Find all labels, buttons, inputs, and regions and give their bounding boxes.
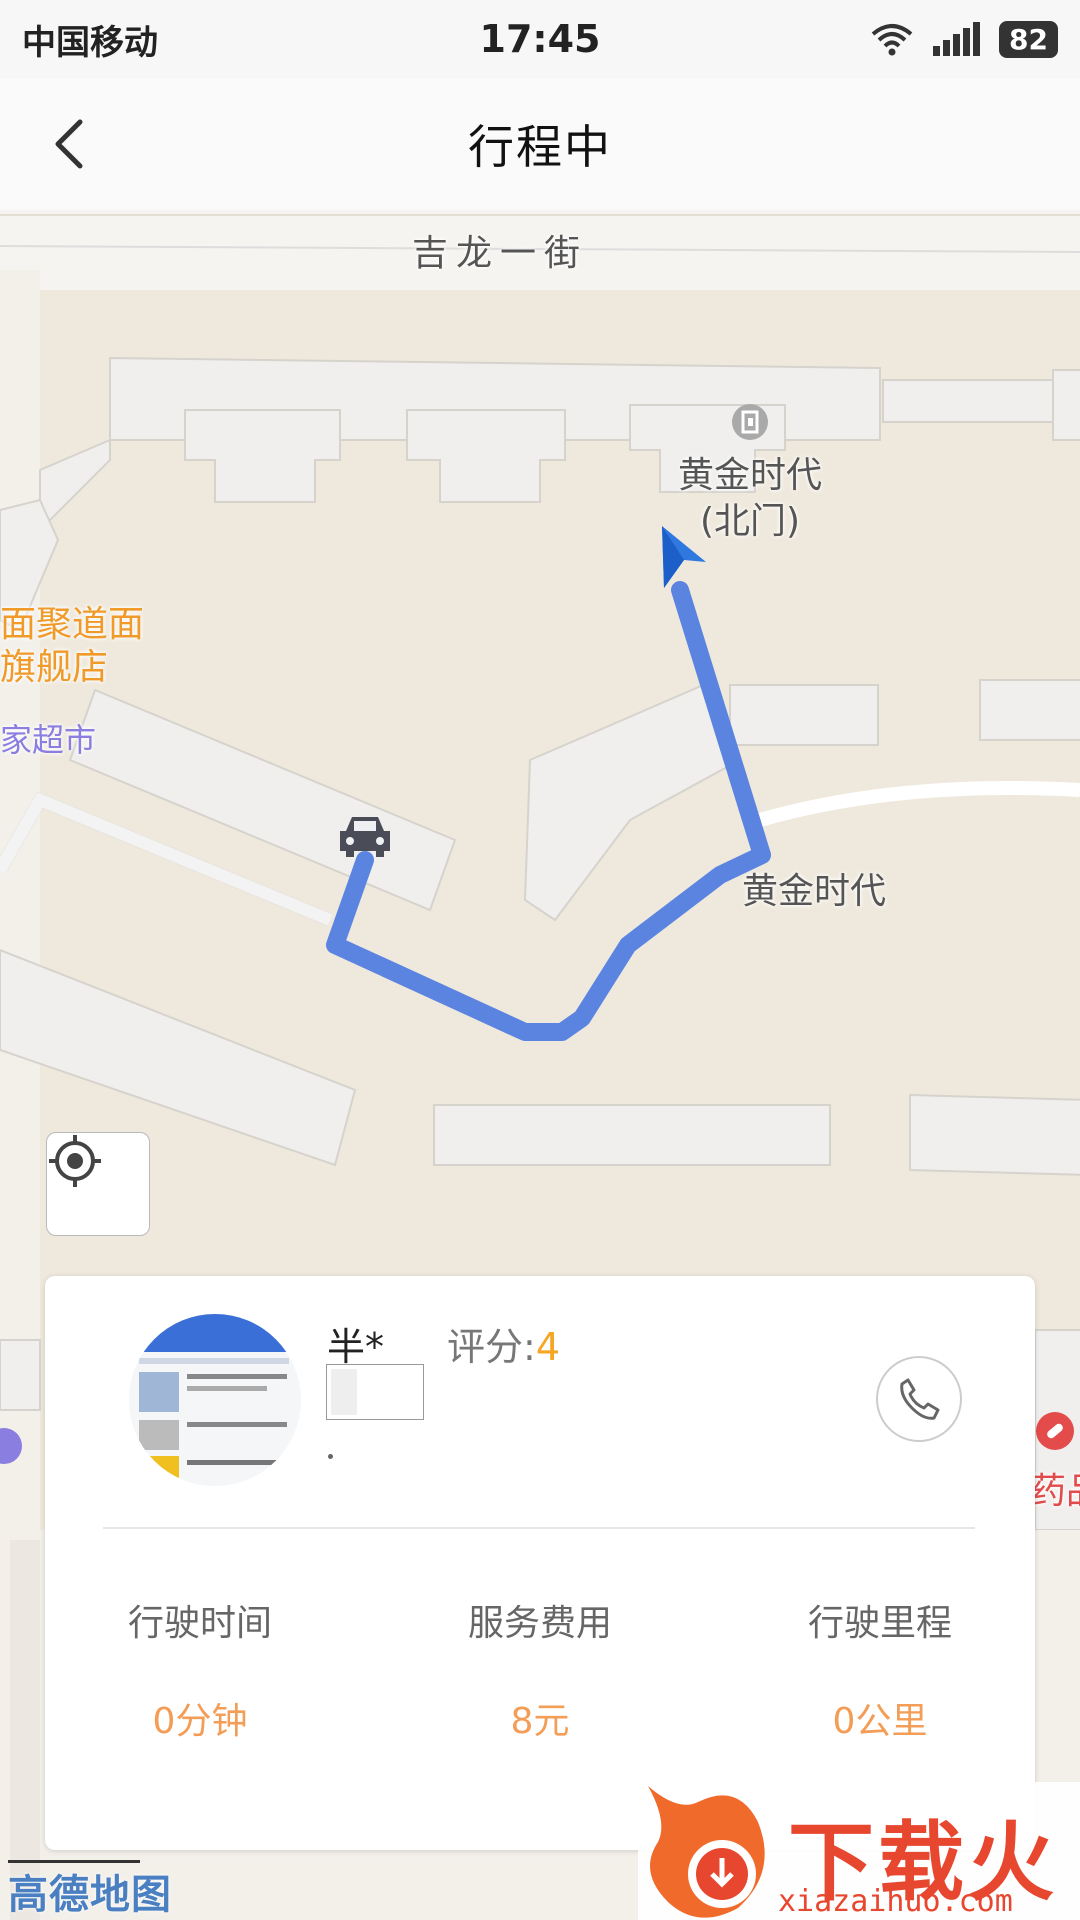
distance-value: 0公里 <box>832 1701 928 1742</box>
pharmacy-marker-icon <box>1036 1412 1074 1450</box>
poi-left-icon <box>0 1428 22 1464</box>
drive-time-label: 行驶时间 <box>127 1603 272 1644</box>
crosshair-icon <box>49 1135 101 1187</box>
driver-avatar <box>129 1314 301 1486</box>
distance-stat: 行驶里程 0公里 <box>730 1594 1030 1744</box>
watermark-site: xiazaihuo.com <box>778 1884 1013 1919</box>
rating-label: 评分: <box>447 1325 536 1369</box>
service-fee-value: 8元 <box>510 1701 570 1742</box>
drive-time-value: 0分钟 <box>152 1701 248 1742</box>
area-label: 黄金时代 <box>742 871 887 912</box>
license-plate <box>326 1364 424 1420</box>
back-button[interactable] <box>40 112 104 176</box>
page-title: 行程中 <box>468 120 612 174</box>
signal-icon <box>933 22 981 56</box>
call-button[interactable] <box>876 1356 962 1442</box>
poi-marker-icon <box>732 404 768 440</box>
driver-name: 半* <box>327 1325 385 1369</box>
watermark: 下载火 xiazaihuo.com <box>638 1782 1080 1920</box>
pharmacy-label: 药品 <box>1030 1471 1080 1512</box>
street-label: 吉龙一街 <box>412 233 589 274</box>
chevron-left-icon <box>55 119 83 169</box>
driver-rating: 评分:4 <box>447 1316 560 1371</box>
restaurant-sublabel: 旗舰店 <box>0 647 109 688</box>
drive-time-stat: 行驶时间 0分钟 <box>50 1594 350 1744</box>
distance-label: 行驶里程 <box>807 1603 952 1644</box>
flame-logo-icon <box>648 1786 765 1918</box>
separator-dot <box>328 1454 333 1459</box>
avatar-image <box>129 1314 301 1486</box>
wifi-icon <box>871 24 913 56</box>
service-fee-stat: 服务费用 8元 <box>390 1594 690 1744</box>
status-bar: 中国移动 17:45 82 <box>0 0 1080 78</box>
poi-sublabel: (北门) <box>700 501 801 542</box>
poi-label: 黄金时代 <box>678 455 823 496</box>
rating-value: 4 <box>535 1325 560 1369</box>
card-divider <box>103 1527 975 1529</box>
locate-button[interactable] <box>46 1132 150 1236</box>
license-plate-fill <box>331 1369 357 1415</box>
phone-icon <box>900 1378 940 1420</box>
nav-bar: 行程中 <box>0 78 1080 211</box>
map-logo: 高德地图 <box>8 1872 172 1918</box>
battery-indicator: 82 <box>999 20 1058 58</box>
service-fee-label: 服务费用 <box>467 1603 612 1644</box>
car-icon <box>340 817 390 857</box>
trip-info-card: 半* 评分:4 行驶时间 0分钟 服务费用 8元 行驶里程 0公里 <box>45 1276 1035 1850</box>
supermarket-label: 家超市 <box>0 721 97 759</box>
status-icons: 82 <box>871 20 1058 58</box>
carrier-name: 中国移动 <box>22 22 158 63</box>
